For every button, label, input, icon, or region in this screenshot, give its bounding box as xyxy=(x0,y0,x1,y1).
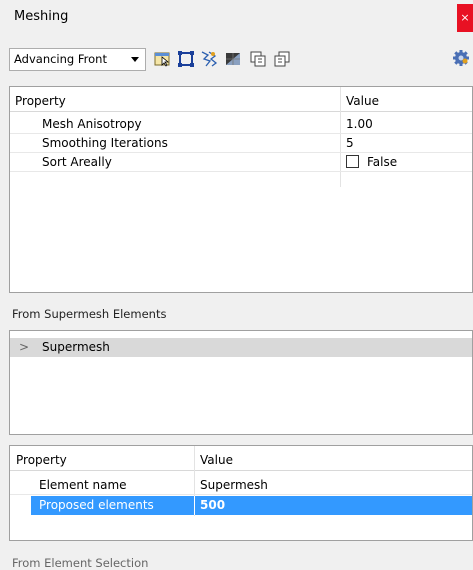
value-column-header[interactable]: Value xyxy=(200,451,233,470)
copy-mesh-icon[interactable] xyxy=(249,50,267,68)
property-name: Element name xyxy=(39,478,127,492)
property-name: Proposed elements xyxy=(39,498,154,512)
property-column-header[interactable]: Property xyxy=(16,451,67,470)
property-name: Smoothing Iterations xyxy=(42,136,168,150)
mesh-gradient-icon[interactable] xyxy=(224,50,242,68)
property-value[interactable]: Supermesh xyxy=(200,476,268,495)
element-header-row: Property Value xyxy=(10,451,472,471)
gear-icon[interactable] xyxy=(452,49,470,67)
property-row-mesh-anisotropy[interactable]: Mesh Anisotropy 1.00 xyxy=(10,115,472,134)
chevron-right-icon[interactable]: > xyxy=(19,338,29,357)
value-column-header[interactable]: Value xyxy=(346,92,379,111)
sort-areally-value[interactable]: False xyxy=(346,153,397,172)
property-row-smoothing-iterations[interactable]: Smoothing Iterations 5 xyxy=(10,134,472,153)
tree-item-supermesh[interactable]: > Supermesh xyxy=(10,338,472,357)
boundary-icon[interactable] xyxy=(177,50,195,68)
column-divider xyxy=(194,496,195,515)
property-name: Sort Areally xyxy=(42,155,112,169)
meshing-method-value: Advancing Front xyxy=(14,52,107,66)
title-bar: Meshing × xyxy=(0,0,473,34)
window-title: Meshing xyxy=(14,9,69,24)
property-row-sort-areally[interactable]: Sort Areally False xyxy=(10,153,472,172)
property-value[interactable]: 1.00 xyxy=(346,115,373,134)
sort-areally-checkbox[interactable] xyxy=(346,155,359,168)
tree-item-label: Supermesh xyxy=(42,340,110,354)
select-elements-icon[interactable] xyxy=(153,50,171,68)
checkbox-label: False xyxy=(367,155,398,169)
selection-section-label: From Element Selection xyxy=(12,556,149,570)
close-button[interactable]: × xyxy=(457,4,473,32)
properties-header-row: Property Value xyxy=(10,92,472,112)
meshing-method-select[interactable]: Advancing Front xyxy=(9,48,146,71)
mesh-spark-icon[interactable] xyxy=(200,50,218,68)
properties-grid: Property Value Mesh Anisotropy 1.00 Smoo… xyxy=(9,86,473,293)
element-row-proposed-elements[interactable]: Proposed elements 500 xyxy=(31,496,472,515)
property-column-header[interactable]: Property xyxy=(15,92,66,111)
toolbar: Advancing Front xyxy=(0,44,473,74)
chevron-down-icon xyxy=(131,57,139,62)
property-name: Mesh Anisotropy xyxy=(42,117,142,131)
property-value[interactable]: 500 xyxy=(200,496,225,515)
supermesh-tree: > Supermesh xyxy=(9,330,473,435)
supermesh-section-label: From Supermesh Elements xyxy=(12,307,167,321)
element-grid: Property Value Element name Supermesh Pr… xyxy=(9,445,473,541)
property-value[interactable]: 5 xyxy=(346,134,354,153)
paste-mesh-icon[interactable] xyxy=(273,50,291,68)
element-row-name[interactable]: Element name Supermesh xyxy=(10,476,472,495)
